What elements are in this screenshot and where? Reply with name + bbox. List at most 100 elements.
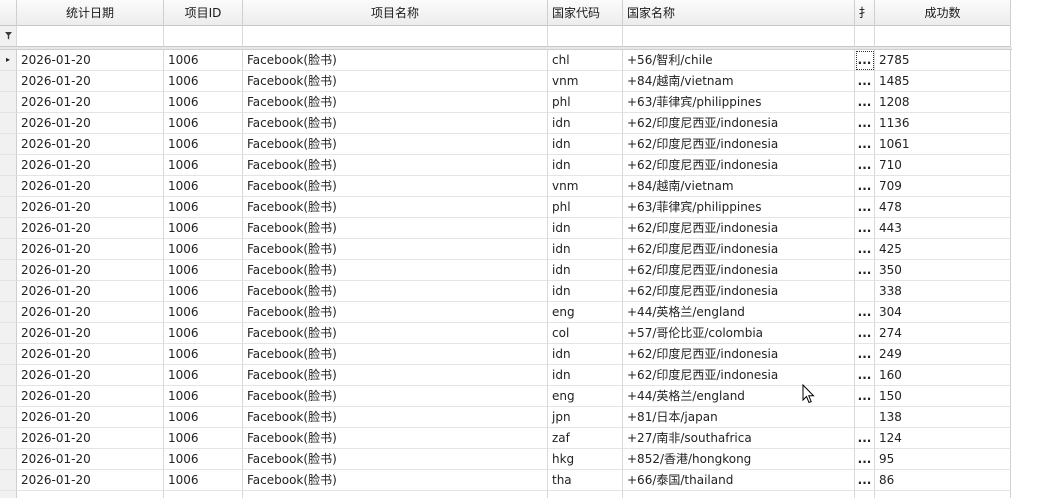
table-row[interactable]: 2026-01-20 1006 Facebook(脸书) idn +62/印度尼西亚/i…	[0, 344, 1011, 365]
header-corner[interactable]	[0, 0, 17, 26]
table-row[interactable]: 2026-01-20 1006 Facebook(脸书) eng +44/英格兰/eng…	[0, 302, 1011, 323]
column-header-country-code[interactable]: 国家代码	[548, 0, 623, 26]
row-indicator[interactable]	[0, 323, 17, 344]
cell-action[interactable]: ...	[855, 176, 875, 197]
row-action-button[interactable]: ...	[855, 113, 874, 133]
table-row[interactable]: 2026-01-20 1006 Facebook(脸书) zaf +27/南非/sout…	[0, 428, 1011, 449]
row-action-button[interactable]: ...	[855, 449, 874, 469]
table-row[interactable]: 2026-01-20 1006 Facebook(脸书) eng +44/英格兰/eng…	[0, 386, 1011, 407]
cell-action[interactable]: ...	[855, 344, 875, 365]
row-indicator[interactable]	[0, 407, 17, 428]
row-indicator[interactable]	[0, 365, 17, 386]
cell-action[interactable]: ...	[855, 71, 875, 92]
row-action-button[interactable]: ...	[855, 176, 874, 196]
column-header-country-name[interactable]: 国家名称	[623, 0, 855, 26]
cell-action[interactable]: ...	[855, 428, 875, 449]
row-action-button[interactable]: ...	[855, 155, 874, 175]
cell-action[interactable]: ...	[855, 92, 875, 113]
data-grid[interactable]: 统计日期 项目ID 项目名称 国家代码 国家名称 扌 成功数 ▸ 2026-01-…	[0, 0, 1060, 498]
cell-action[interactable]: ...	[855, 365, 875, 386]
row-action-button[interactable]: ...	[855, 428, 874, 448]
row-indicator[interactable]	[0, 470, 17, 491]
table-row[interactable]: 2026-01-20 1006 Facebook(脸书) idn +62/印度尼西亚/i…	[0, 281, 1011, 302]
row-action-button[interactable]: ...	[855, 239, 874, 259]
cell-action[interactable]: ...	[855, 386, 875, 407]
table-row[interactable]: 2026-01-20 1006 Facebook(脸书) phl +63/菲律宾/phi…	[0, 92, 1011, 113]
cell-action[interactable]	[855, 281, 875, 302]
row-indicator[interactable]	[0, 239, 17, 260]
filter-cell-project-name[interactable]	[243, 26, 548, 47]
row-action-button[interactable]: ...	[855, 344, 874, 364]
table-row[interactable]: 2026-01-20 1006 Facebook(脸书) tha +66/泰国/thai…	[0, 470, 1011, 491]
column-header-project-name[interactable]: 项目名称	[243, 0, 548, 26]
filter-cell-date[interactable]	[17, 26, 164, 47]
table-row[interactable]: 2026-01-20 1006 Facebook(脸书) idn +62/印度尼西亚/i…	[0, 134, 1011, 155]
cell-action[interactable]: ...	[855, 50, 875, 71]
row-indicator[interactable]	[0, 302, 17, 323]
table-row-partial[interactable]	[0, 491, 1011, 498]
table-row[interactable]: 2026-01-20 1006 Facebook(脸书) idn +62/印度尼西亚/i…	[0, 218, 1011, 239]
row-action-button[interactable]: ...	[855, 260, 874, 280]
table-row[interactable]: 2026-01-20 1006 Facebook(脸书) jpn +81/日本/japa…	[0, 407, 1011, 428]
filter-cell-country-name[interactable]	[623, 26, 855, 47]
row-indicator[interactable]	[0, 197, 17, 218]
row-action-button[interactable]: ...	[855, 302, 874, 322]
table-row[interactable]: 2026-01-20 1006 Facebook(脸书) phl +63/菲律宾/phi…	[0, 197, 1011, 218]
table-row[interactable]: 2026-01-20 1006 Facebook(脸书) col +57/哥伦比亚/co…	[0, 323, 1011, 344]
row-action-button[interactable]: ...	[855, 197, 874, 217]
row-action-button[interactable]: ...	[855, 365, 874, 385]
row-indicator[interactable]	[0, 176, 17, 197]
filter-icon[interactable]	[0, 26, 17, 47]
row-indicator[interactable]	[0, 281, 17, 302]
table-row[interactable]: 2026-01-20 1006 Facebook(脸书) idn +62/印度尼西亚/i…	[0, 113, 1011, 134]
cell-action[interactable]: ...	[855, 197, 875, 218]
cell-action[interactable]	[855, 407, 875, 428]
row-action-button[interactable]: ...	[855, 50, 874, 70]
row-indicator[interactable]	[0, 344, 17, 365]
row-indicator[interactable]	[0, 386, 17, 407]
table-row[interactable]: 2026-01-20 1006 Facebook(脸书) idn +62/印度尼西亚/i…	[0, 239, 1011, 260]
filter-cell-action[interactable]	[855, 26, 875, 47]
table-row[interactable]: 2026-01-20 1006 Facebook(脸书) idn +62/印度尼西亚/i…	[0, 260, 1011, 281]
row-indicator[interactable]	[0, 260, 17, 281]
cell-action[interactable]: ...	[855, 260, 875, 281]
row-indicator[interactable]	[0, 218, 17, 239]
row-indicator[interactable]	[0, 155, 17, 176]
column-header-project-id[interactable]: 项目ID	[164, 0, 243, 26]
column-header-success-count[interactable]: 成功数	[875, 0, 1011, 26]
table-row[interactable]: 2026-01-20 1006 Facebook(脸书) idn +62/印度尼西亚/i…	[0, 365, 1011, 386]
column-header-action[interactable]: 扌	[855, 0, 875, 26]
table-row[interactable]: 2026-01-20 1006 Facebook(脸书) idn +62/印度尼西亚/i…	[0, 155, 1011, 176]
row-action-button[interactable]: ...	[855, 323, 874, 343]
cell-action[interactable]: ...	[855, 449, 875, 470]
row-indicator[interactable]	[0, 134, 17, 155]
cell-action[interactable]: ...	[855, 302, 875, 323]
row-indicator[interactable]	[0, 113, 17, 134]
row-indicator[interactable]	[0, 71, 17, 92]
column-header-date[interactable]: 统计日期	[17, 0, 164, 26]
row-indicator[interactable]	[0, 449, 17, 470]
cell-action[interactable]: ...	[855, 323, 875, 344]
row-action-button[interactable]: ...	[855, 218, 874, 238]
cell-action[interactable]: ...	[855, 113, 875, 134]
filter-cell-project-id[interactable]	[164, 26, 243, 47]
row-indicator[interactable]	[0, 428, 17, 449]
cell-action[interactable]: ...	[855, 239, 875, 260]
cell-action[interactable]: ...	[855, 470, 875, 491]
table-row[interactable]: 2026-01-20 1006 Facebook(脸书) hkg +852/香港/hon…	[0, 449, 1011, 470]
filter-cell-success-count[interactable]	[875, 26, 1011, 47]
cell-action[interactable]: ...	[855, 134, 875, 155]
cell-action[interactable]: ...	[855, 218, 875, 239]
row-action-button[interactable]: ...	[855, 470, 874, 490]
table-row[interactable]: 2026-01-20 1006 Facebook(脸书) vnm +84/越南/viet…	[0, 71, 1011, 92]
table-row[interactable]: ▸ 2026-01-20 1006 Facebook(脸书) chl +56/智利/chi…	[0, 50, 1011, 71]
table-row[interactable]: 2026-01-20 1006 Facebook(脸书) vnm +84/越南/viet…	[0, 176, 1011, 197]
row-action-button[interactable]: ...	[855, 386, 874, 406]
row-action-button[interactable]: ...	[855, 92, 874, 112]
filter-cell-country-code[interactable]	[548, 26, 623, 47]
row-action-button[interactable]: ...	[855, 71, 874, 91]
row-indicator[interactable]	[0, 92, 17, 113]
cell-action[interactable]: ...	[855, 155, 875, 176]
row-action-button[interactable]: ...	[855, 134, 874, 154]
row-indicator[interactable]: ▸	[0, 50, 17, 71]
